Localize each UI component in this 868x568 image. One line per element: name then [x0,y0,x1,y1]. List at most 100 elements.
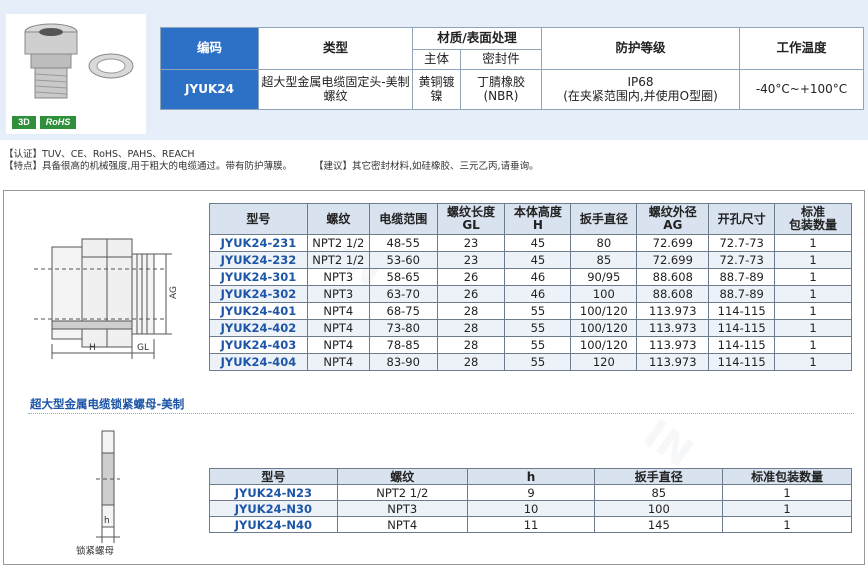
table-cell: 72.699 [636,234,710,252]
table-row: JYUK24-N23 NPT2 1/2 9 85 1 [209,484,852,501]
table-row: JYUK24-402 NPT4 73-80 28 55 100/120 113.973 114… [209,319,852,337]
th-wrench: 扳手直径 [570,203,638,235]
table-cell: NPT4 [306,336,370,354]
table-cell: NPT3 [306,285,370,303]
table-cell: 145 [594,516,724,533]
model-cell: JYUK24-231 [209,234,308,252]
th-hole-size: 开孔尺寸 [708,203,776,235]
model-cell: JYUK24-232 [209,251,308,269]
table-cell: 100/120 [570,302,638,320]
watermark: IN [635,411,702,477]
th-thread: 螺纹 [336,468,468,485]
th-model: 型号 [209,203,308,235]
table-cell: 72.7-73 [708,234,776,252]
dim-h-label: H [89,343,96,353]
col-seal: 密封件 [459,49,543,70]
table-cell: 26 [436,268,506,286]
locknut-caption: 锁紧螺母 [76,546,115,557]
gland-model-table: 型号 螺纹 电缆范围 螺纹长度 GL 本体高度 H 扳手直径 螺纹外径 AG 开… [209,203,852,371]
table-cell: 28 [436,353,506,371]
table-cell: 26 [436,285,506,303]
model-cell: JYUK24-N23 [209,484,338,501]
table-cell: 113.973 [636,336,710,354]
table-row: JYUK24-N40 NPT4 11 145 1 [209,516,852,533]
table-cell: 53-60 [368,251,438,269]
model-cell: JYUK24-302 [209,285,308,303]
table-cell: 73-80 [368,319,438,337]
3d-badge[interactable]: 3D [12,116,36,129]
table-row: JYUK24-302 NPT3 63-70 26 46 100 88.608 88.7-89 1 [209,285,852,303]
spec-type: 超大型金属电缆固定头-美制螺纹 [258,69,413,110]
suggest-note: 【建议】其它密封材料,如硅橡胶、三元乙丙,请垂询。 [314,161,539,172]
table-cell: 58-65 [368,268,438,286]
table-cell: 1 [774,285,852,303]
table-cell: 85 [594,484,724,501]
th-wrench: 扳手直径 [594,468,724,485]
model-cell: JYUK24-403 [209,336,308,354]
th-cable-range: 电缆范围 [368,203,438,235]
table-cell: 46 [504,268,572,286]
cert-note: 【认证】TUV、CE、RoHS、PAHS、REACH [4,149,195,160]
table-cell: 55 [504,336,572,354]
table-cell: 55 [504,302,572,320]
locknut-model-table: 型号 螺纹 h 扳手直径 标准包装数量 JYUK24-N23 NPT2 1/2 9 8… [209,468,852,533]
protection-note: (在夹紧范围内,并使用O型圈) [563,88,718,103]
table-cell: 1 [774,319,852,337]
dim-ag-label: AG [169,286,179,299]
rohs-badge: RoHS [40,116,76,129]
notes: 【认证】TUV、CE、RoHS、PAHS、REACH 【特点】具备很高的机械强度… [4,149,539,173]
table-cell: 63-70 [368,285,438,303]
table-cell: 72.7-73 [708,251,776,269]
table-cell: 1 [774,353,852,371]
table-cell: 1 [722,500,852,517]
col-temperature: 工作温度 [739,27,864,70]
th-body-height: 本体高度 H [504,203,572,235]
table-cell: 114-115 [708,319,776,337]
section-divider [28,413,854,414]
locknut-section-title: 超大型金属电缆锁紧螺母-美制 [30,397,185,411]
table-cell: 85 [570,251,638,269]
table-row: JYUK24-N30 NPT3 10 100 1 [209,500,852,517]
spec-temperature: -40°C~+100°C [739,69,864,110]
table-cell: NPT4 [306,302,370,320]
table-cell: 1 [722,484,852,501]
table-cell: NPT4 [336,516,468,533]
table-cell: 1 [722,516,852,533]
table-cell: 90/95 [570,268,638,286]
table-cell: 114-115 [708,336,776,354]
model-cell: JYUK24-402 [209,319,308,337]
table-cell: NPT2 1/2 [336,484,468,501]
th-thread-od: 螺纹外径 AG [636,203,710,235]
table-cell: NPT3 [336,500,468,517]
table-cell: 88.608 [636,285,710,303]
model-cell: JYUK24-N30 [209,500,338,517]
table-cell: 120 [570,353,638,371]
table-cell: 88.608 [636,268,710,286]
protection-main: IP68 [627,74,654,89]
table-row: JYUK24-232 NPT2 1/2 53-60 23 45 85 72.699 72.7-… [209,251,852,269]
table-cell: 28 [436,302,506,320]
th-package-qty: 标准 包装数量 [774,203,852,235]
th-package-qty: 标准包装数量 [722,468,852,485]
spec-table: 编码 类型 材质/表面处理 防护等级 工作温度 主体 密封件 JYUK24 超大… [160,27,864,110]
feature-suggest-line: 【特点】具备很高的机械强度,用于粗大的电缆通过。带有防护薄膜。 【建议】其它密封材… [4,161,539,173]
col-type: 类型 [258,27,413,70]
table-cell: 100/120 [570,336,638,354]
th-thread: 螺纹 [306,203,370,235]
locknut-drawing: h [96,430,120,543]
table-row: JYUK24-231 NPT2 1/2 48-55 23 45 80 72.699 72.7-… [209,234,852,252]
table-cell: 11 [466,516,596,533]
dim-h-small-label: h [104,516,110,526]
table-cell: 45 [504,251,572,269]
table-cell: 1 [774,251,852,269]
spec-body: 黄铜镀镍 [412,69,461,110]
model-cell: JYUK24-301 [209,268,308,286]
th-thread-length: 螺纹长度 GL [436,203,506,235]
table-cell: 72.699 [636,251,710,269]
dim-gl-label: GL [137,343,149,353]
table-cell: 100 [570,285,638,303]
table-cell: 23 [436,234,506,252]
table-cell: 114-115 [708,302,776,320]
table-cell: 68-75 [368,302,438,320]
table-cell: NPT2 1/2 [306,234,370,252]
